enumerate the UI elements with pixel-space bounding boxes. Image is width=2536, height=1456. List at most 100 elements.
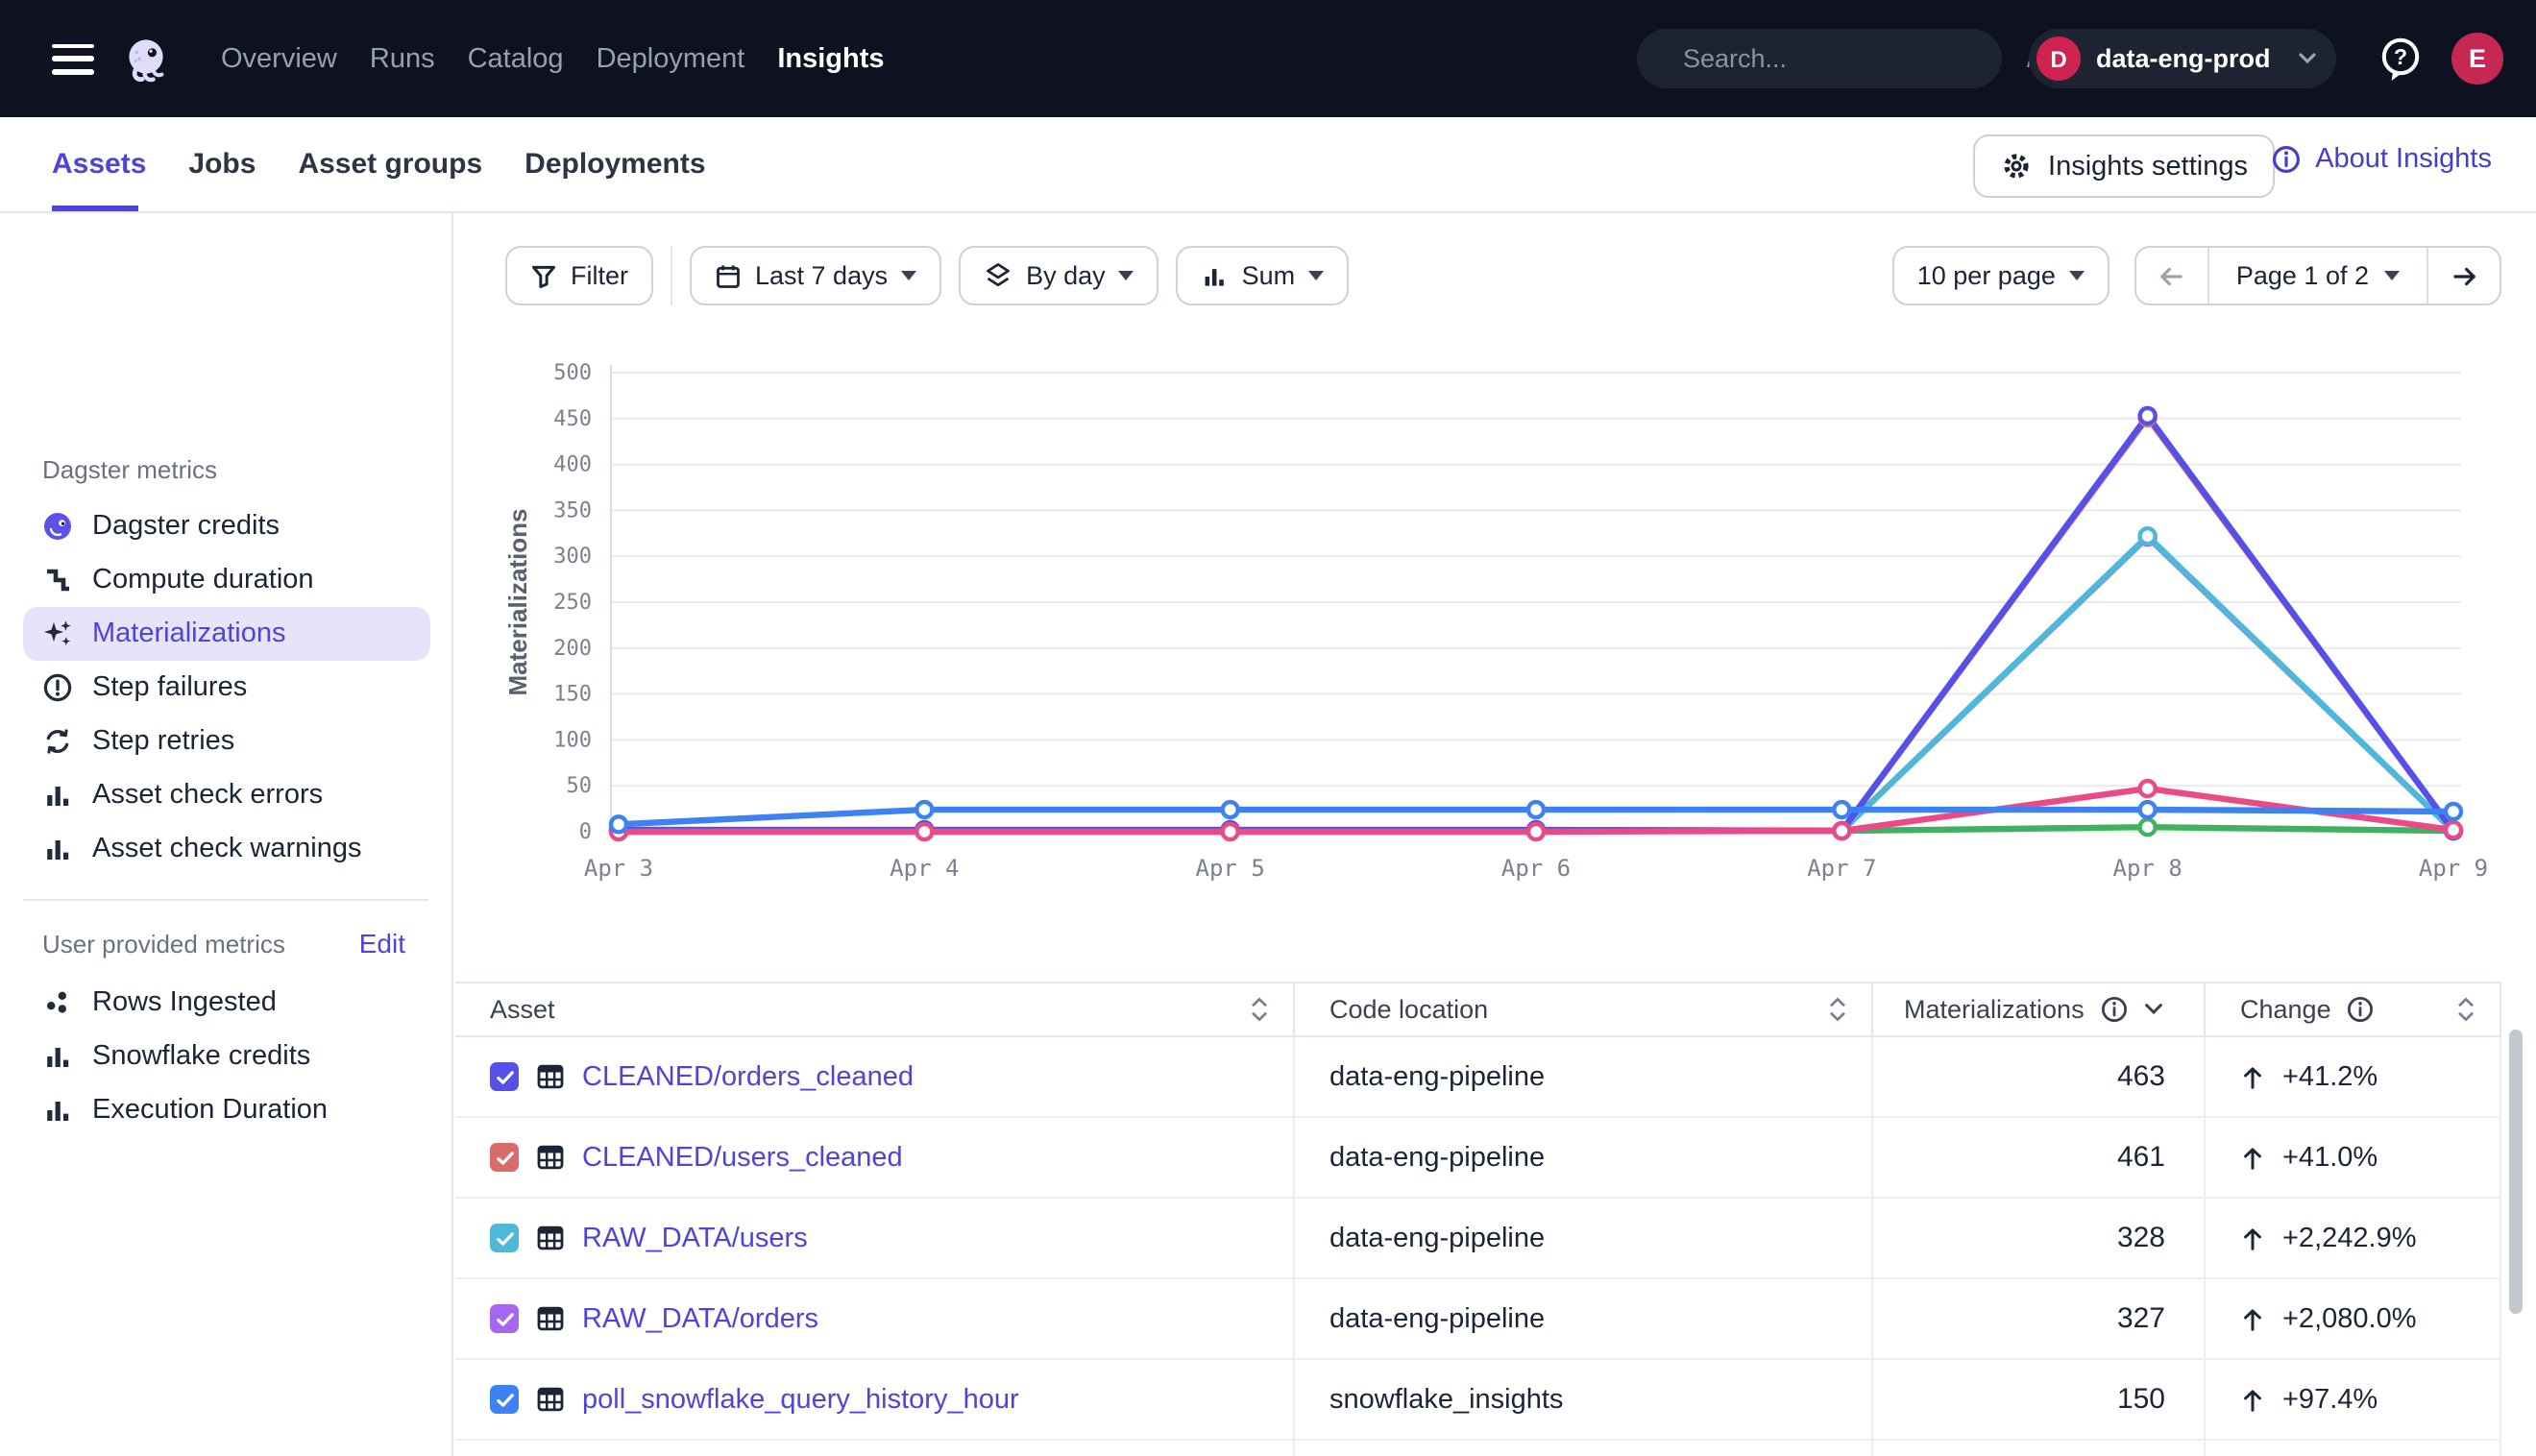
column-header-materializations[interactable]: Materializations — [1873, 983, 2206, 1035]
granularity-dropdown[interactable]: By day — [959, 246, 1159, 305]
y-axis-tick-label: 500 — [553, 361, 592, 385]
materializations-cell: 461 — [1873, 1118, 2206, 1197]
chart-point[interactable] — [916, 802, 932, 817]
row-checkbox[interactable] — [490, 1143, 519, 1172]
check-icon — [493, 1307, 516, 1330]
materializations-cell: 150 — [1873, 1360, 2206, 1439]
materializations-line-chart[interactable]: 050100150200250300350400450500Apr 3Apr 4… — [453, 323, 2498, 903]
sidebar-item-step-failures[interactable]: Step failures — [0, 661, 453, 715]
change-cell — [2206, 1441, 2501, 1456]
column-header-code-location[interactable]: Code location — [1295, 983, 1873, 1035]
date-range-dropdown[interactable]: Last 7 days — [690, 246, 941, 305]
sidebar-item-dagster-credits[interactable]: Dagster credits — [0, 499, 453, 553]
sidebar-item-materializations[interactable]: Materializations — [0, 607, 453, 661]
column-header-asset[interactable]: Asset — [455, 983, 1295, 1035]
chart-line-CLEANED/users_cleaned — [619, 418, 2453, 831]
deployment-name: data-eng-prod — [2096, 44, 2298, 73]
asset-link[interactable]: CLEANED/users_cleaned — [582, 1142, 903, 1173]
asset-cell: CLEANED/orders_cleaned — [455, 1037, 1295, 1116]
toolbar-divider — [671, 246, 672, 305]
row-checkbox[interactable] — [490, 1385, 519, 1414]
asset-cell: RAW_DATA/orders — [455, 1279, 1295, 1358]
y-axis-tick-label: 300 — [553, 545, 592, 569]
deployment-switcher[interactable]: D data-eng-prod — [2029, 29, 2336, 88]
table-row: CLEANED/orders_cleaneddata-eng-pipeline4… — [455, 1037, 2501, 1118]
chart-point[interactable] — [1223, 802, 1238, 817]
sparkles-icon — [42, 619, 73, 649]
table-grid-icon — [536, 1224, 565, 1252]
search-box[interactable]: / — [1637, 29, 2002, 88]
chart-point[interactable] — [611, 816, 626, 832]
edit-metrics-link[interactable]: Edit — [359, 928, 405, 959]
arrow-left-icon — [2157, 260, 2187, 291]
table-scrollbar[interactable] — [2509, 1030, 2523, 1314]
tab-assets[interactable]: Assets — [52, 148, 146, 181]
row-checkbox[interactable] — [490, 1304, 519, 1333]
asset-link[interactable]: CLEANED/orders_cleaned — [582, 1061, 914, 1092]
previous-page-button[interactable] — [2136, 248, 2207, 303]
tab-jobs[interactable]: Jobs — [188, 148, 256, 181]
change-cell: +41.0% — [2206, 1118, 2501, 1197]
column-header-change[interactable]: Change — [2206, 983, 2501, 1035]
chart-point[interactable] — [2140, 802, 2156, 817]
asset-link[interactable]: RAW_DATA/orders — [582, 1303, 818, 1334]
help-icon[interactable]: ? — [2378, 36, 2423, 83]
aggregation-dropdown[interactable]: Sum — [1177, 246, 1350, 305]
sidebar-item-step-retries[interactable]: Step retries — [0, 715, 453, 768]
chart-point[interactable] — [916, 824, 932, 839]
chart-point[interactable] — [2140, 781, 2156, 796]
per-page-dropdown[interactable]: 10 per page — [1892, 246, 2109, 305]
tab-asset-groups[interactable]: Asset groups — [298, 148, 482, 181]
sidebar-item-compute-duration[interactable]: Compute duration — [0, 553, 453, 607]
chart-point[interactable] — [2446, 822, 2461, 837]
sidebar-item-execution-duration[interactable]: Execution Duration — [0, 1083, 453, 1137]
code-location-cell — [1295, 1441, 1873, 1456]
tab-deployments[interactable]: Deployments — [524, 148, 705, 181]
sidebar-item-asset-check-errors[interactable]: Asset check errors — [0, 768, 453, 822]
insights-settings-button[interactable]: Insights settings — [1973, 134, 2275, 198]
sidebar-item-asset-check-warnings[interactable]: Asset check warnings — [0, 822, 453, 876]
y-axis-tick-label: 0 — [579, 820, 592, 844]
chart-point[interactable] — [2140, 408, 2156, 424]
asset-cell: poll_snowflake_query_history_hour — [455, 1360, 1295, 1439]
nav-item-catalog[interactable]: Catalog — [468, 43, 564, 74]
chart-point[interactable] — [2446, 804, 2461, 819]
change-cell: +97.4% — [2206, 1360, 2501, 1439]
chart-point[interactable] — [1528, 824, 1544, 839]
page-selector-dropdown[interactable]: Page 1 of 2 — [2207, 248, 2428, 303]
chart-point[interactable] — [1223, 824, 1238, 839]
next-page-button[interactable] — [2428, 248, 2499, 303]
asset-link[interactable]: RAW_DATA/users — [582, 1223, 808, 1253]
chart-point[interactable] — [1834, 802, 1849, 817]
filter-button[interactable]: Filter — [505, 246, 653, 305]
bar-chart-icon — [42, 834, 73, 864]
chart-point[interactable] — [1834, 823, 1849, 838]
nav-item-runs[interactable]: Runs — [370, 43, 435, 74]
nav-item-deployment[interactable]: Deployment — [597, 43, 745, 74]
dagster-logo-icon[interactable] — [121, 34, 171, 84]
chevron-down-icon — [2298, 52, 2317, 65]
info-icon — [2271, 144, 2302, 175]
x-axis-tick-label: Apr 5 — [1196, 855, 1265, 882]
caret-down-icon — [1119, 271, 1134, 280]
dagster-logo-icon — [42, 511, 73, 542]
nav-item-insights[interactable]: Insights — [777, 43, 884, 74]
chart-point[interactable] — [2140, 528, 2156, 544]
nav-item-overview[interactable]: Overview — [221, 43, 337, 74]
chart-point[interactable] — [1528, 802, 1544, 817]
sidebar-item-snowflake-credits[interactable]: Snowflake credits — [0, 1030, 453, 1083]
row-checkbox[interactable] — [490, 1062, 519, 1091]
about-insights-link[interactable]: About Insights — [2271, 144, 2492, 175]
asset-link[interactable]: poll_snowflake_query_history_hour — [582, 1384, 1019, 1415]
y-axis-tick-label: 200 — [553, 637, 592, 661]
chart-point[interactable] — [2140, 819, 2156, 835]
hamburger-menu-icon[interactable] — [52, 43, 94, 74]
sidebar-item-rows-ingested[interactable]: Rows Ingested — [0, 976, 453, 1030]
materializations-cell: 327 — [1873, 1279, 2206, 1358]
user-avatar[interactable]: E — [2451, 33, 2503, 85]
caret-down-icon — [2069, 271, 2085, 280]
row-checkbox[interactable] — [490, 1224, 519, 1252]
layers-icon — [984, 261, 1012, 290]
caret-down-icon — [901, 271, 916, 280]
search-input[interactable] — [1679, 42, 2027, 75]
